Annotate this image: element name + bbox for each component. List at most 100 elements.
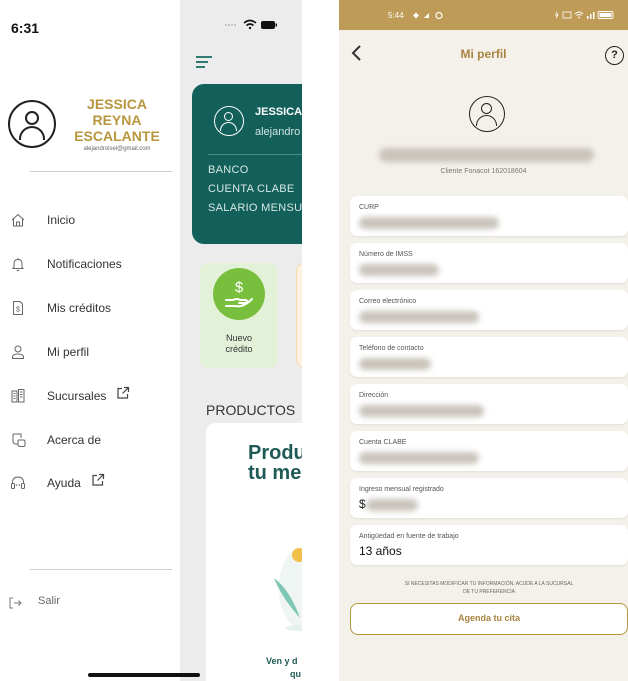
profile-avatar-icon	[469, 96, 505, 132]
secondary-action-card[interactable]	[296, 263, 302, 368]
user-name-line-2: REYNA	[92, 112, 142, 128]
new-credit-line-1: Nuevo	[225, 333, 252, 343]
field-label: Número de IMSS	[359, 251, 413, 258]
user-full-name: JESSICA REYNA ESCALANTE	[62, 96, 172, 144]
menu-label: Acerca de	[47, 433, 102, 447]
field-label: Dirección	[359, 392, 389, 399]
client-id-label: Cliente Fonacot 162018604	[440, 168, 527, 175]
field-label: Antigüedad en fuente de trabajo	[359, 533, 459, 540]
field-phone[interactable]: Teléfono de contacto	[350, 337, 628, 377]
user-name-line-1: JESSICA	[87, 96, 147, 112]
menu-label: Ayuda	[47, 476, 81, 490]
field-seniority[interactable]: Antigüedad en fuente de trabajo 13 años	[350, 525, 628, 565]
update-info-notice: SI NECESITAS MODIFICAR TU INFORMACIÓN, A…	[369, 580, 609, 596]
menu-item-mis-creditos[interactable]: $ Mis créditos	[0, 295, 180, 325]
external-link-icon	[92, 473, 105, 486]
product-heading-line-1: Produ	[248, 442, 302, 464]
field-address[interactable]: Dirección	[350, 384, 628, 424]
user-email: alejandroisel@gmail.com	[83, 146, 151, 152]
field-label: Correo electrónico	[359, 298, 417, 305]
field-label: CURP	[359, 204, 379, 211]
field-curp[interactable]: CURP	[350, 196, 628, 236]
blurred-value	[359, 217, 499, 229]
field-monthly-income[interactable]: Ingreso mensual registrado $	[350, 478, 628, 518]
avatar-icon	[8, 100, 56, 148]
blurred-value	[359, 452, 479, 464]
home-indicator	[88, 673, 200, 677]
bell-icon	[12, 258, 24, 272]
field-imss[interactable]: Número de IMSS	[350, 243, 628, 283]
help-icon[interactable]: ?	[605, 46, 624, 65]
menu-item-inicio[interactable]: Inicio	[0, 207, 180, 237]
notice-line-2: DE TU PREFERENCIA	[463, 589, 515, 595]
signal-wifi-battery-icon	[555, 11, 614, 19]
home-icon	[11, 213, 25, 227]
left-phone-screen: JESSICA alejandro BANCO CUENTA CLABE SAL…	[0, 0, 302, 681]
notification-icons	[413, 11, 443, 20]
card-salary-label: SALARIO MENSUAL	[208, 202, 302, 214]
svg-text:$: $	[16, 307, 20, 314]
blurred-value	[359, 264, 439, 276]
menu-item-ayuda[interactable]: Ayuda	[0, 470, 180, 500]
product-heading-line-2: tu me	[248, 462, 302, 484]
field-value: $	[359, 497, 366, 511]
blurred-value	[359, 311, 479, 323]
info-hand-icon	[12, 433, 26, 447]
menu-item-sucursales[interactable]: Sucursales	[0, 383, 180, 413]
field-label: Teléfono de contacto	[359, 345, 424, 352]
menu-label: Inicio	[47, 213, 76, 227]
hamburger-menu-icon[interactable]	[196, 56, 212, 68]
status-time: 6:31	[11, 20, 40, 36]
money-hand-icon: $	[213, 268, 265, 320]
status-bar: 5:44	[339, 0, 628, 30]
external-link-icon	[117, 386, 130, 399]
menu-item-acerca-de[interactable]: Acerca de	[0, 427, 180, 457]
user-icon	[12, 345, 24, 359]
user-name-line-3: ESCALANTE	[74, 128, 160, 144]
notice-line-1: SI NECESITAS MODIFICAR TU INFORMACIÓN, A…	[404, 581, 574, 587]
screenshot-root: JESSICA alejandro BANCO CUENTA CLABE SAL…	[0, 0, 628, 681]
support-icon	[11, 476, 25, 489]
schedule-appointment-button[interactable]: Agenda tu cita	[350, 603, 628, 635]
logout-label: Salir	[38, 595, 61, 607]
field-clabe[interactable]: Cuenta CLABE	[350, 431, 628, 471]
products-section-title: PRODUCTOS	[206, 402, 296, 418]
field-label: Cuenta CLABE	[359, 439, 407, 446]
wifi-battery-icon	[225, 19, 277, 30]
logout-button[interactable]: Salir	[8, 594, 88, 614]
product-footer-line-2: qu	[290, 669, 301, 679]
account-summary-card: JESSICA alejandro BANCO CUENTA CLABE SAL…	[192, 84, 302, 244]
logout-icon	[9, 597, 22, 609]
menu-label: Mi perfil	[47, 345, 90, 359]
building-icon	[11, 389, 25, 403]
card-divider	[208, 154, 302, 155]
menu-item-notificaciones[interactable]: Notificaciones	[0, 251, 180, 281]
page-title: Mi perfil	[460, 47, 507, 61]
menu-label: Sucursales	[47, 389, 107, 403]
card-bank-label: BANCO	[208, 164, 249, 176]
new-credit-card[interactable]: $ Nuevo crédito	[200, 263, 278, 368]
new-credit-line-2: crédito	[225, 344, 253, 354]
product-promo-card[interactable]: Produ tu me Ven y d qu	[206, 423, 302, 681]
menu-item-mi-perfil[interactable]: Mi perfil	[0, 339, 180, 369]
product-footer-line-1: Ven y d	[266, 656, 298, 666]
menu-label: Notificaciones	[47, 257, 122, 271]
blurred-value	[366, 499, 418, 511]
status-icons	[224, 18, 280, 32]
right-phone-screen: 5:44 Mi perfil ? Cliente Fonacot 1620186…	[339, 0, 628, 681]
menu-label: Mis créditos	[47, 301, 112, 315]
blurred-value	[359, 405, 484, 417]
navigation-drawer: 6:31 JESSICA REYNA ESCALANTE alejandrois…	[0, 0, 180, 681]
drawer-divider-top	[30, 171, 172, 172]
svg-text:$: $	[235, 279, 244, 296]
new-credit-label: Nuevo crédito	[200, 333, 278, 355]
status-time: 5:44	[388, 11, 404, 20]
card-clabe-label: CUENTA CLABE	[208, 183, 295, 195]
drawer-divider-bottom	[30, 569, 172, 570]
plant-coin-illustration	[274, 548, 302, 631]
card-user-email: alejandro	[255, 126, 301, 138]
card-user-name: JESSICA	[255, 106, 302, 118]
field-email[interactable]: Correo electrónico	[350, 290, 628, 330]
blurred-value	[359, 358, 431, 370]
field-value: 13 años	[359, 544, 402, 558]
